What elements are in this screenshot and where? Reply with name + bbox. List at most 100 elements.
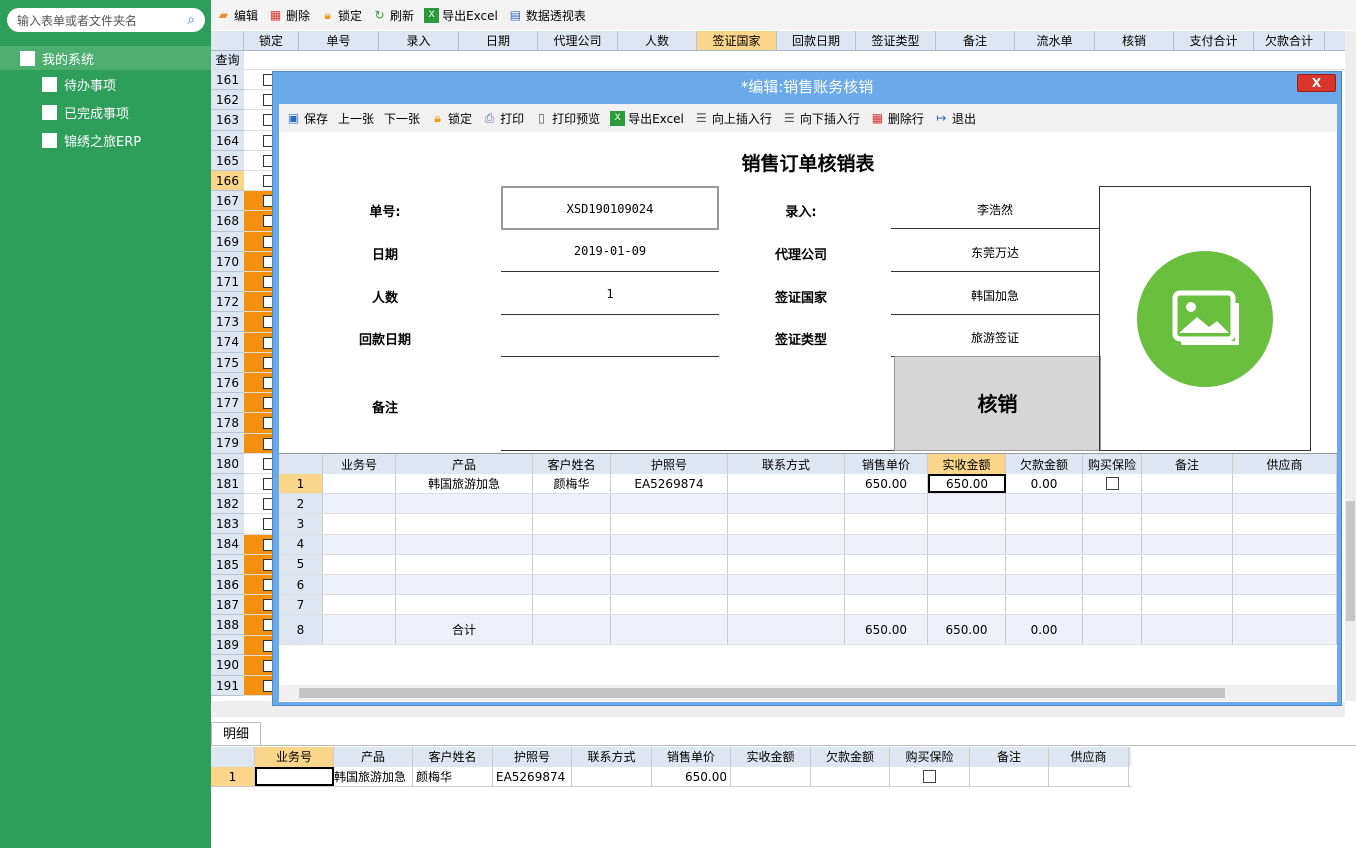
items-cell[interactable]: [533, 494, 611, 514]
vertical-scrollbar[interactable]: [1345, 31, 1356, 701]
row-number[interactable]: 188: [211, 615, 244, 636]
items-cell[interactable]: [1233, 514, 1337, 534]
items-cell[interactable]: [928, 554, 1006, 574]
tree-item-my-system[interactable]: 我的系统: [0, 46, 211, 70]
col-header[interactable]: 单号: [299, 31, 379, 50]
row-number[interactable]: 177: [211, 393, 244, 414]
row-number[interactable]: 172: [211, 292, 244, 313]
export-excel-button[interactable]: X 导出Excel: [424, 7, 498, 24]
items-cell[interactable]: [1233, 575, 1337, 595]
items-cell[interactable]: [323, 575, 396, 595]
save-button[interactable]: ▣ 保存: [286, 110, 328, 127]
items-cell[interactable]: [396, 494, 533, 514]
detail-cell-owed[interactable]: [811, 767, 890, 786]
prev-button[interactable]: 上一张: [338, 110, 374, 127]
items-cell[interactable]: [1006, 514, 1083, 534]
items-cell[interactable]: [533, 554, 611, 574]
detail-col-header[interactable]: 产品: [334, 747, 413, 767]
country-value[interactable]: 韩国加急: [891, 287, 1099, 304]
items-cell[interactable]: [1083, 514, 1142, 534]
row-number[interactable]: 184: [211, 534, 244, 555]
items-col-header[interactable]: 销售单价: [845, 454, 928, 474]
items-col-header[interactable]: 购买保险: [1083, 454, 1142, 474]
items-cell[interactable]: [1142, 595, 1233, 615]
items-col-header[interactable]: 产品: [396, 454, 533, 474]
search-icon[interactable]: ⌕: [187, 12, 195, 28]
detail-cell-contact[interactable]: [572, 767, 652, 786]
visa-type-value[interactable]: 旅游签证: [891, 329, 1099, 346]
items-col-header[interactable]: 欠款金额: [1006, 454, 1083, 474]
items-col-header[interactable]: 备注: [1142, 454, 1233, 474]
detail-cell-name[interactable]: 颜梅华: [413, 767, 493, 786]
items-cell[interactable]: [1083, 494, 1142, 514]
items-cell[interactable]: [1142, 494, 1233, 514]
detail-cell-received[interactable]: [731, 767, 811, 786]
insurance-checkbox[interactable]: [1105, 477, 1119, 491]
items-cell[interactable]: [728, 514, 845, 534]
row-number[interactable]: 164: [211, 130, 244, 151]
tree-item-done[interactable]: 已完成事项: [42, 101, 129, 123]
tree-checkbox[interactable]: [20, 50, 35, 66]
items-cell[interactable]: [845, 534, 928, 554]
items-cell[interactable]: [1006, 554, 1083, 574]
row-number[interactable]: 162: [211, 90, 244, 111]
items-col-header[interactable]: 供应商: [1233, 454, 1337, 474]
pivot-button[interactable]: ▤ 数据透视表: [508, 7, 586, 24]
items-cell[interactable]: [1233, 494, 1337, 514]
detail-cell-remark[interactable]: [970, 767, 1049, 786]
detail-col-header[interactable]: 备注: [970, 747, 1049, 767]
items-col-header[interactable]: 实收金额: [928, 454, 1006, 474]
delete-button[interactable]: ▦ 删除: [268, 7, 310, 24]
col-header[interactable]: 日期: [459, 31, 538, 50]
exit-button[interactable]: ↦ 退出: [934, 110, 976, 127]
row-number[interactable]: 171: [211, 271, 244, 293]
items-row-number[interactable]: 5: [279, 554, 323, 574]
row-number[interactable]: 179: [211, 433, 244, 454]
items-cell[interactable]: [611, 534, 728, 554]
items-cell[interactable]: [1006, 575, 1083, 595]
date-value[interactable]: 2019-01-09: [501, 244, 719, 258]
scroll-thumb[interactable]: [1346, 501, 1355, 621]
items-cell[interactable]: [845, 514, 928, 534]
detail-col-header[interactable]: 客户姓名: [413, 747, 493, 767]
items-cell[interactable]: [845, 575, 928, 595]
detail-col-header[interactable]: 欠款金额: [811, 747, 890, 767]
items-cell[interactable]: [396, 595, 533, 615]
lock-button[interactable]: 🔒︎ 锁定: [320, 7, 362, 24]
col-header[interactable]: 支付合计: [1174, 31, 1254, 50]
col-header[interactable]: 流水单: [1015, 31, 1095, 50]
items-cell[interactable]: [845, 554, 928, 574]
col-header[interactable]: 回款日期: [777, 31, 856, 50]
items-cell[interactable]: [323, 494, 396, 514]
insert-above-button[interactable]: ☰ 向上插入行: [694, 110, 772, 127]
items-cell[interactable]: [396, 514, 533, 534]
row-number[interactable]: 191: [211, 675, 244, 696]
items-cell[interactable]: EA5269874: [611, 474, 728, 494]
items-cell[interactable]: [396, 575, 533, 595]
items-cell[interactable]: [728, 554, 845, 574]
detail-cell-product[interactable]: 韩国旅游加急: [334, 767, 413, 786]
items-cell[interactable]: [1083, 595, 1142, 615]
items-cell[interactable]: [1142, 575, 1233, 595]
photo-box[interactable]: [1099, 186, 1311, 451]
detail-cell-biz[interactable]: [255, 767, 334, 786]
items-cell[interactable]: [1233, 554, 1337, 574]
items-cell[interactable]: [1083, 474, 1142, 494]
items-cell[interactable]: 颜梅华: [533, 474, 611, 494]
items-row-number[interactable]: 7: [279, 595, 323, 615]
items-col-header[interactable]: 客户姓名: [533, 454, 611, 474]
detail-col-header[interactable]: 实收金额: [731, 747, 811, 767]
detail-col-header[interactable]: 销售单价: [652, 747, 731, 767]
items-cell[interactable]: [845, 494, 928, 514]
items-cell[interactable]: [1233, 534, 1337, 554]
items-row-number[interactable]: 6: [279, 575, 323, 595]
col-header[interactable]: 代理公司: [538, 31, 618, 50]
tree-checkbox[interactable]: [42, 76, 57, 92]
row-number[interactable]: 178: [211, 413, 244, 434]
items-cell[interactable]: [1006, 595, 1083, 615]
refresh-button[interactable]: ↻ 刷新: [372, 7, 415, 24]
col-header[interactable]: 备注: [936, 31, 1015, 50]
items-cell[interactable]: [323, 554, 396, 574]
items-horizontal-scrollbar[interactable]: [279, 685, 1337, 701]
items-cell[interactable]: [1006, 534, 1083, 554]
